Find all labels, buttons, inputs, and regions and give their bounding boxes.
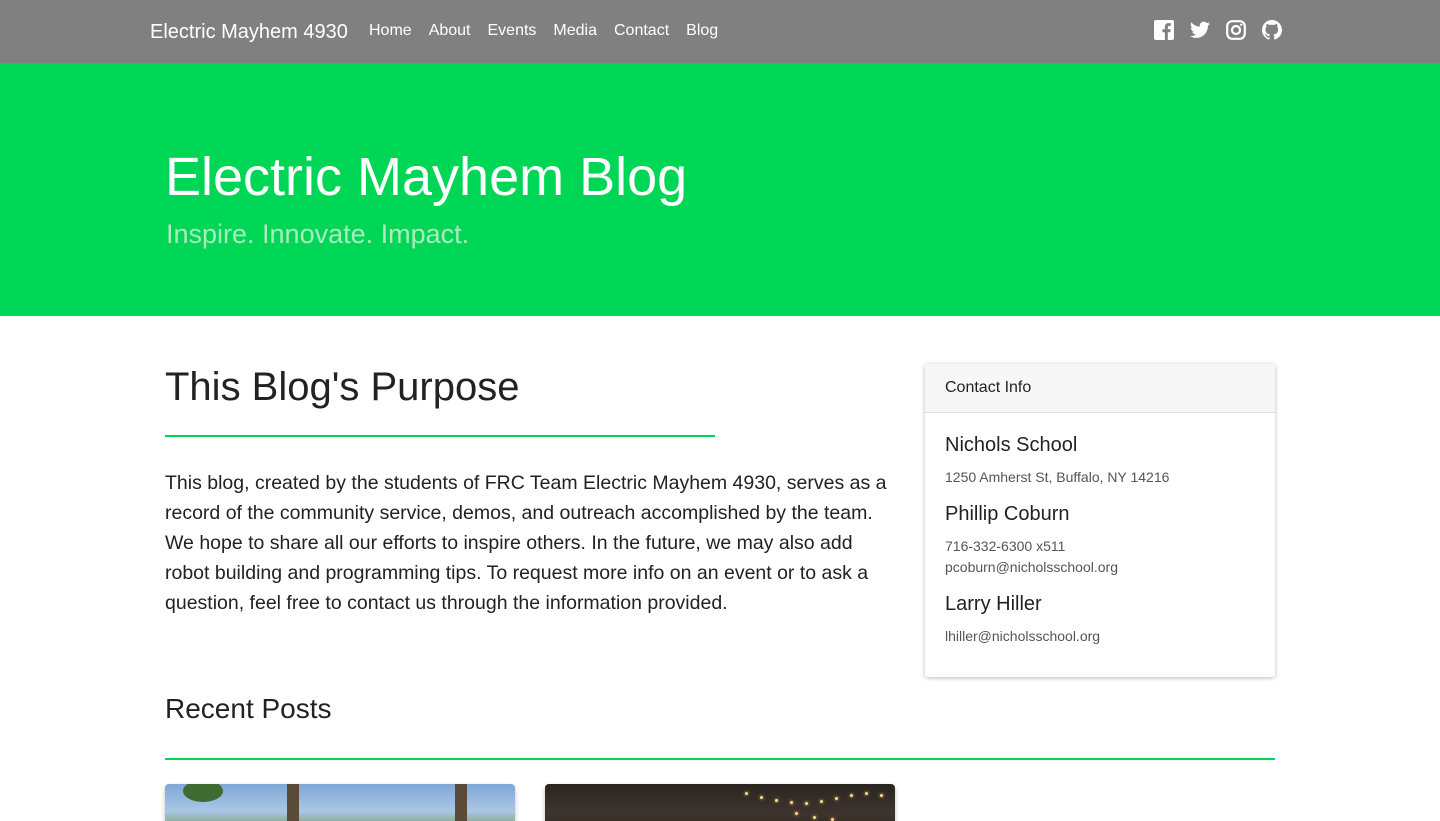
- contact-address: 1250 Amherst St, Buffalo, NY 14216: [945, 469, 1170, 485]
- hero-banner: Electric Mayhem Blog Inspire. Innovate. …: [0, 63, 1440, 316]
- nav-links: Home About Events Media Contact Blog: [369, 21, 735, 41]
- recent-posts-title: Recent Posts: [165, 693, 332, 724]
- hero-subtitle: Inspire. Innovate. Impact.: [166, 219, 470, 249]
- string-light: [820, 800, 823, 803]
- contact-email[interactable]: lhiller@nicholsschool.org: [945, 626, 1255, 647]
- string-light: [805, 802, 808, 805]
- contact-entry: Phillip Coburn 716-332-6300 x511 pcoburn…: [945, 502, 1255, 578]
- string-light: [813, 816, 816, 819]
- nav-link-home[interactable]: Home: [369, 21, 412, 41]
- purpose-title: This Blog's Purpose: [165, 365, 520, 409]
- purpose-body: This blog, created by the students of FR…: [165, 472, 887, 614]
- contact-email[interactable]: pcoburn@nicholsschool.org: [945, 557, 1255, 578]
- purpose-divider: [165, 435, 715, 437]
- nav-link-events[interactable]: Events: [488, 21, 537, 41]
- contact-card-header: Contact Info: [925, 364, 1275, 413]
- string-light: [850, 794, 853, 797]
- contact-card-body: Nichols School 1250 Amherst St, Buffalo,…: [925, 413, 1275, 677]
- string-light: [880, 794, 883, 797]
- contact-entry: Larry Hiller lhiller@nicholsschool.org: [945, 592, 1255, 647]
- string-light: [760, 796, 763, 799]
- contact-name: Nichols School: [945, 434, 1078, 456]
- string-light: [790, 801, 793, 804]
- recent-posts-divider: [165, 758, 1275, 760]
- tree-image-detail: [183, 784, 223, 802]
- contact-info-card: Contact Info Nichols School 1250 Amherst…: [925, 364, 1275, 677]
- instagram-icon[interactable]: [1226, 20, 1246, 40]
- string-light: [775, 799, 778, 802]
- nav-link-about[interactable]: About: [429, 21, 471, 41]
- post-card-thumbnail[interactable]: [165, 784, 515, 821]
- social-links: [1154, 20, 1298, 40]
- brand-link[interactable]: Electric Mayhem 4930: [150, 20, 348, 44]
- string-light: [835, 797, 838, 800]
- contact-entry: Nichols School 1250 Amherst St, Buffalo,…: [945, 433, 1255, 488]
- contact-name: Larry Hiller: [945, 593, 1042, 615]
- nav-link-blog[interactable]: Blog: [686, 21, 718, 41]
- nav-link-media[interactable]: Media: [553, 21, 597, 41]
- tree-image-detail: [455, 784, 467, 821]
- nav-link-contact[interactable]: Contact: [614, 21, 669, 41]
- string-light: [865, 792, 868, 795]
- tree-image-detail: [287, 784, 299, 821]
- string-light: [795, 812, 798, 815]
- hero-title: Electric Mayhem Blog: [165, 147, 688, 207]
- post-card-thumbnail[interactable]: [545, 784, 895, 821]
- contact-phone: 716-332-6300 x511: [945, 538, 1066, 554]
- contact-name: Phillip Coburn: [945, 503, 1070, 525]
- facebook-icon[interactable]: [1154, 20, 1174, 40]
- github-icon[interactable]: [1262, 20, 1282, 40]
- string-light: [745, 792, 748, 795]
- twitter-icon[interactable]: [1190, 20, 1210, 40]
- navbar: Electric Mayhem 4930 Home About Events M…: [0, 0, 1440, 63]
